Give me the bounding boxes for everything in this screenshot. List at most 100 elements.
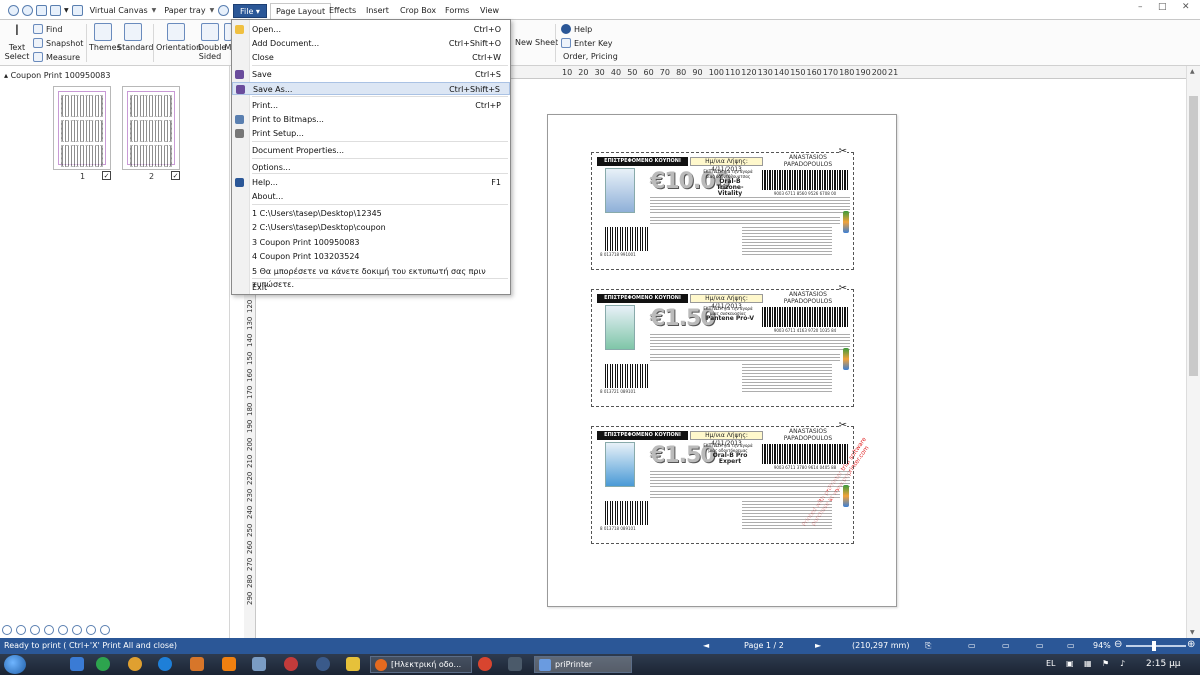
file-menu-item[interactable]: Help... F1 — [232, 176, 510, 189]
close-icon[interactable]: ✕ — [1182, 2, 1190, 12]
tray-network-icon[interactable]: ▦ — [1084, 659, 1092, 668]
rotate-left-icon[interactable] — [44, 625, 54, 635]
orientation-button[interactable]: Orientation — [156, 23, 201, 52]
wordpress-icon[interactable] — [316, 657, 330, 671]
add-page-icon[interactable] — [2, 625, 12, 635]
thumbnail-checkbox[interactable]: ✓ — [102, 171, 111, 180]
file-menu-item[interactable]: 1 C:\Users\tasep\Desktop\12345 — [232, 207, 510, 220]
measure-button[interactable]: Measure — [33, 52, 80, 62]
themes-button[interactable]: Themes — [89, 23, 121, 52]
tab-page-layout[interactable]: Page Layout — [270, 3, 332, 20]
photo-icon[interactable] — [252, 657, 266, 671]
file-menu-item[interactable]: Print... Ctrl+P — [232, 99, 510, 112]
refresh-icon[interactable] — [22, 4, 33, 16]
insert-page-icon[interactable] — [16, 625, 26, 635]
file-menu-item[interactable]: Close Ctrl+W — [232, 51, 510, 64]
virtual-canvas-dropdown[interactable]: Virtual Canvas ▼ — [86, 3, 161, 17]
view-single-icon[interactable]: ▭ — [968, 641, 976, 650]
file-menu-item[interactable]: About... — [232, 190, 510, 203]
enter-key-button[interactable]: Enter Key — [561, 38, 613, 48]
gear-icon[interactable] — [218, 4, 230, 16]
printer-icon[interactable] — [71, 4, 83, 16]
zoom-out-button[interactable]: ⊖ — [1114, 639, 1122, 650]
utorrent-icon[interactable] — [96, 657, 110, 671]
text-select-button[interactable]: I Text Select — [4, 23, 30, 61]
import-page-icon[interactable] — [30, 625, 40, 635]
player-icon[interactable] — [190, 657, 204, 671]
tray-flag-icon[interactable]: ⚑ — [1102, 659, 1109, 668]
app-icon[interactable] — [284, 657, 298, 671]
minimize-icon[interactable]: – — [1138, 2, 1143, 12]
file-menu-item[interactable]: 2 C:\Users\tasep\Desktop\coupon — [232, 221, 510, 234]
find-button[interactable]: Find — [33, 24, 62, 34]
file-menu-item[interactable]: Add Document... Ctrl+Shift+O — [232, 37, 510, 50]
clock[interactable]: 2:15 μμ — [1146, 659, 1181, 669]
tab-insert[interactable]: Insert — [361, 3, 394, 19]
file-menu-item[interactable]: Document Properties... — [232, 144, 510, 157]
page-thumbnail-2[interactable] — [122, 86, 180, 170]
rotate-right-icon[interactable] — [58, 625, 68, 635]
taskbar-priprinter-button[interactable]: priPrinter — [534, 656, 632, 673]
zoom-out-icon[interactable] — [86, 625, 96, 635]
maximize-icon[interactable]: □ — [1158, 2, 1167, 12]
zoom-slider[interactable] — [1126, 645, 1186, 647]
zoom-in-icon[interactable] — [100, 625, 110, 635]
snapshot-button[interactable]: Snapshot — [33, 38, 83, 48]
file-menu-item[interactable]: 5 Θα μπορέσετε να κάνετε δοκιμή του εκτυ… — [232, 265, 510, 289]
next-page-icon[interactable]: ► — [815, 641, 821, 650]
tab-forms[interactable]: Forms — [440, 3, 474, 19]
file-menu-item[interactable]: 3 Coupon Print 100950083 — [232, 236, 510, 249]
order-pricing-button[interactable]: Order, Pricing — [563, 52, 618, 61]
coupon-brand: Oral-B Pro Expert — [705, 453, 755, 465]
tray-monitor-icon[interactable]: ▣ — [1066, 659, 1074, 668]
file-menu-item[interactable]: 4 Coupon Print 103203524 — [232, 250, 510, 263]
toothbrush-logo — [843, 485, 849, 507]
save-icon[interactable] — [36, 4, 47, 16]
tool-icon[interactable] — [346, 657, 360, 671]
vlc-icon[interactable] — [222, 657, 236, 671]
thumbnail-checkbox[interactable]: ✓ — [171, 171, 180, 180]
tab-crop-box[interactable]: Crop Box — [395, 3, 441, 19]
language-indicator[interactable]: EL — [1046, 659, 1056, 668]
standard-button[interactable]: Standard — [117, 23, 153, 52]
view-fit-icon[interactable]: ▭ — [1036, 641, 1044, 650]
tab-effects[interactable]: Effects — [324, 3, 361, 19]
undo-icon[interactable] — [8, 4, 19, 16]
cmd-icon[interactable] — [508, 657, 522, 671]
open-folder-icon[interactable] — [50, 4, 61, 16]
fit-page-icon[interactable]: ⎘ — [925, 641, 931, 651]
file-menu-item[interactable]: Print Setup... — [232, 127, 510, 140]
explorer-icon[interactable] — [70, 657, 84, 671]
file-menu-item[interactable]: Options... — [232, 161, 510, 174]
file-menu-item[interactable]: Print to Bitmaps... — [232, 113, 510, 126]
tray-volume-icon[interactable]: ♪ — [1120, 659, 1125, 668]
tab-view[interactable]: View — [475, 3, 504, 19]
file-menu-item[interactable]: Save Ctrl+S — [232, 68, 510, 81]
view-wide-icon[interactable]: ▭ — [1067, 641, 1075, 650]
new-sheet-button[interactable]: New Sheet — [515, 38, 558, 47]
chrome-icon[interactable] — [478, 657, 492, 671]
terms-text-block — [742, 501, 832, 529]
paper-tray-dropdown[interactable]: Paper tray ▼ — [160, 3, 218, 17]
file-menu-item[interactable]: Open... Ctrl+O — [232, 23, 510, 36]
file-menu-item[interactable]: Exit — [232, 281, 510, 294]
help-button[interactable]: Help — [561, 24, 592, 34]
file-menu-item[interactable]: Save As... Ctrl+Shift+S — [232, 82, 510, 95]
media-icon[interactable] — [128, 657, 142, 671]
scrollbar-thumb[interactable] — [1189, 96, 1198, 376]
start-button[interactable] — [4, 655, 26, 674]
view-two-icon[interactable]: ▭ — [1002, 641, 1010, 650]
customize-dropdown-icon[interactable]: ▼ — [64, 7, 69, 14]
prev-page-icon[interactable]: ◄ — [703, 641, 709, 650]
taskbar-firefox-button[interactable]: [Ηλεκτρική οδο... — [370, 656, 472, 673]
scroll-down-icon[interactable]: ▼ — [1190, 629, 1195, 636]
page-thumbnail-1[interactable] — [53, 86, 111, 170]
ie-icon[interactable] — [158, 657, 172, 671]
zoom-slider-handle[interactable] — [1152, 641, 1156, 651]
double-sided-button[interactable]: Double Sided — [198, 23, 226, 61]
rotate-all-icon[interactable] — [72, 625, 82, 635]
tab-file[interactable]: File ▾ — [233, 4, 267, 18]
scroll-up-icon[interactable]: ▲ — [1190, 68, 1195, 75]
vertical-scrollbar[interactable]: ▲ ▼ — [1186, 66, 1200, 638]
zoom-in-button[interactable]: ⊕ — [1187, 639, 1195, 650]
